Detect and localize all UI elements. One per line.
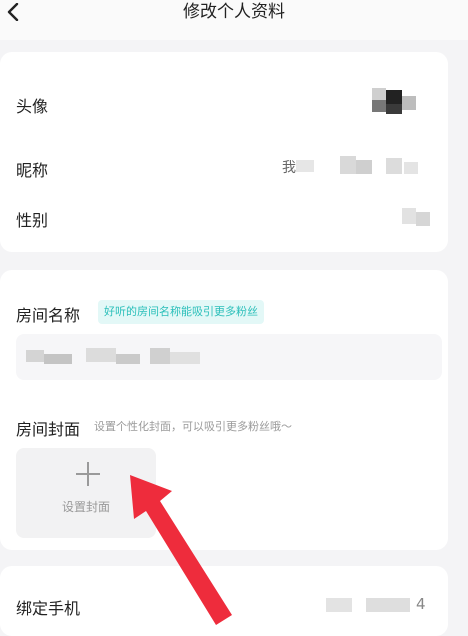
gender-label: 性别 [16, 211, 49, 230]
room-name-mosaic [26, 344, 226, 372]
nickname-label: 昵称 [16, 161, 49, 180]
avatar[interactable] [372, 84, 420, 124]
nickname-value: 我 [282, 160, 296, 176]
avatar-label: 头像 [16, 97, 49, 116]
header-bar: 修改个人资料 [0, 0, 468, 40]
phone-label: 绑定手机 [16, 599, 81, 618]
gender-mosaic [400, 206, 440, 232]
profile-card: 头像 昵称 我 性别 [0, 52, 448, 252]
room-name-tip: 好听的房间名称能吸引更多粉丝 [98, 300, 264, 324]
nickname-mosaic [296, 154, 436, 180]
phone-value: 4 [416, 595, 426, 613]
page-title: 修改个人资料 [183, 2, 285, 22]
room-name-input[interactable] [16, 334, 442, 380]
phone-mosaic [326, 594, 426, 620]
avatar-row[interactable]: 头像 [0, 84, 448, 124]
nickname-row[interactable]: 昵称 我 [0, 148, 448, 188]
plus-icon [76, 462, 100, 486]
room-cover-hint: 设置个性化封面，可以吸引更多粉丝哦～ [94, 420, 292, 433]
room-cover-label: 房间封面 [16, 420, 81, 439]
gender-row[interactable]: 性别 [0, 198, 448, 238]
room-name-label: 房间名称 [16, 306, 81, 325]
red-arrow-icon [130, 475, 232, 625]
